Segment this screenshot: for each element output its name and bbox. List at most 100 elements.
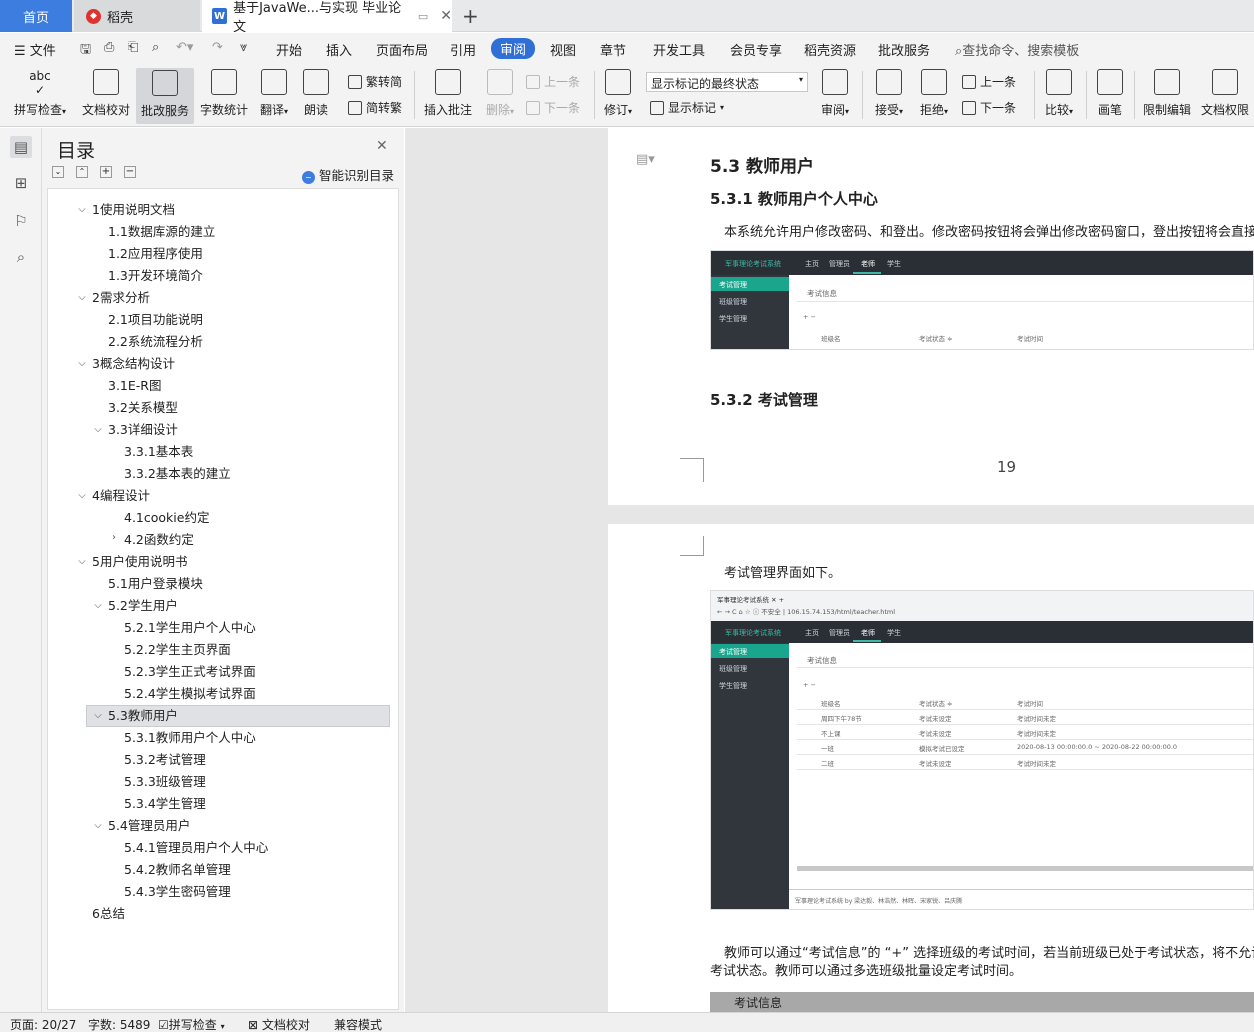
- toc-item[interactable]: 3.1E-R图: [108, 376, 161, 396]
- menu-member[interactable]: 会员专享: [730, 40, 782, 59]
- toc-item[interactable]: 5.2.3学生正式考试界面: [124, 662, 256, 682]
- toc-item[interactable]: 5.3.4学生管理: [124, 794, 206, 814]
- new-tab-icon[interactable]: +: [462, 4, 479, 28]
- word-count-button[interactable]: 字数统计: [198, 69, 250, 118]
- toc-item[interactable]: 5.4.3学生密码管理: [124, 882, 231, 902]
- toc-item[interactable]: 3.2关系模型: [108, 398, 178, 418]
- menu-dev-tools[interactable]: 开发工具: [653, 40, 705, 59]
- delete-comment-button[interactable]: 删除▾: [482, 69, 518, 118]
- proofread-status[interactable]: ⊠ 文档校对: [248, 1016, 310, 1032]
- expand-all-icon[interactable]: ⌄: [52, 166, 64, 178]
- chevron-right-icon[interactable]: ›: [108, 532, 120, 543]
- spell-check-button[interactable]: abc ✓ 拼写检查▾: [10, 69, 70, 118]
- next-change-button[interactable]: 下一条: [962, 99, 1016, 116]
- chevron-down-icon[interactable]: ⌵: [92, 820, 104, 831]
- undo-icon[interactable]: ↶▾: [176, 40, 193, 55]
- pen-button[interactable]: 画笔: [1094, 69, 1126, 118]
- screen-icon[interactable]: ▭: [418, 10, 428, 23]
- simp-to-trad-button[interactable]: 简转繁: [348, 99, 402, 116]
- toc-item[interactable]: 5.3.3班级管理: [124, 772, 206, 792]
- toc-item[interactable]: 4编程设计: [92, 486, 150, 506]
- menu-reference[interactable]: 引用: [450, 40, 476, 59]
- page-options-icon[interactable]: ▤▾: [636, 152, 655, 167]
- toc-item[interactable]: 5.2.1学生用户个人中心: [124, 618, 256, 638]
- toc-item[interactable]: 4.2函数约定: [124, 530, 194, 550]
- toc-item[interactable]: 5.2学生用户: [108, 596, 178, 616]
- page-indicator[interactable]: 页面: 20/27: [10, 1016, 76, 1032]
- spell-check-status[interactable]: ☑拼写检查 ▾: [158, 1016, 225, 1032]
- grading-service-button[interactable]: 批改服务: [136, 68, 194, 124]
- accept-button[interactable]: 接受▾: [870, 69, 908, 118]
- chevron-down-icon[interactable]: ⌵: [76, 292, 88, 303]
- menu-view[interactable]: 视图: [550, 40, 576, 59]
- toc-item[interactable]: 2.1项目功能说明: [108, 310, 203, 330]
- doc-permissions-button[interactable]: 文档权限: [1198, 69, 1252, 118]
- toc-item[interactable]: 1.3开发环境简介: [108, 266, 203, 286]
- smart-toc-button[interactable]: ~ 智能识别目录: [302, 165, 394, 184]
- tab-document[interactable]: W 基于JavaWe...与实现 毕业论文 ▭ ✕: [202, 0, 452, 35]
- toc-icon[interactable]: ▤: [10, 136, 32, 158]
- close-icon[interactable]: ✕: [376, 138, 388, 154]
- word-count-indicator[interactable]: 字数: 5489: [88, 1016, 150, 1032]
- toc-item[interactable]: 5.3.1教师用户个人中心: [124, 728, 256, 748]
- toc-item[interactable]: 3概念结构设计: [92, 354, 175, 374]
- toc-item[interactable]: 5.3.2考试管理: [124, 750, 206, 770]
- print-icon[interactable]: ⎗: [128, 40, 138, 55]
- chevron-down-icon[interactable]: ⌵: [92, 710, 104, 721]
- toc-item[interactable]: 6总结: [92, 904, 125, 924]
- menu-review[interactable]: 审阅: [491, 38, 536, 59]
- markup-state-select[interactable]: 显示标记的最终状态 ▾: [646, 72, 808, 92]
- command-search[interactable]: ⌕查找命令、搜索模板: [955, 40, 1079, 59]
- toc-item[interactable]: 1.2应用程序使用: [108, 244, 203, 264]
- prev-comment-button[interactable]: 上一条: [526, 73, 580, 90]
- review-pane-button[interactable]: 审阅▾: [816, 69, 854, 118]
- menu-insert[interactable]: 插入: [326, 40, 352, 59]
- menu-grading[interactable]: 批改服务: [878, 40, 930, 59]
- toc-item[interactable]: 3.3.1基本表: [124, 442, 193, 462]
- toc-item[interactable]: 5.2.2学生主页界面: [124, 640, 231, 660]
- toc-item[interactable]: 5.4管理员用户: [108, 816, 190, 836]
- chevron-down-icon[interactable]: ⌵: [76, 204, 88, 215]
- restrict-editing-button[interactable]: 限制编辑: [1140, 69, 1194, 118]
- toc-item[interactable]: 5.4.1管理员用户个人中心: [124, 838, 268, 858]
- toc-item[interactable]: 1使用说明文档: [92, 200, 175, 220]
- chevron-down-icon[interactable]: ⌵: [76, 556, 88, 567]
- redo-icon[interactable]: ↷: [212, 40, 223, 55]
- toc-item[interactable]: 5.2.4学生模拟考试界面: [124, 684, 256, 704]
- export-pdf-icon[interactable]: ⎙: [104, 40, 114, 55]
- toc-item[interactable]: 5用户使用说明书: [92, 552, 187, 572]
- toc-item-selected[interactable]: 5.3教师用户: [108, 706, 178, 726]
- insert-comment-button[interactable]: 插入批注: [422, 69, 474, 118]
- close-icon[interactable]: ✕: [440, 8, 452, 24]
- print-preview-icon[interactable]: ⌕: [152, 40, 159, 55]
- chevron-down-icon[interactable]: ⌵: [76, 490, 88, 501]
- compare-button[interactable]: 比较▾: [1040, 69, 1078, 118]
- prev-change-button[interactable]: 上一条: [962, 73, 1016, 90]
- toc-item[interactable]: 4.1cookie约定: [124, 508, 209, 528]
- document-area[interactable]: ▤▾ 5.3 教师用户 5.3.1 教师用户个人中心 本系统允许用户修改密码、和…: [405, 128, 1254, 1012]
- search-icon[interactable]: ⌕: [10, 246, 32, 268]
- menu-start[interactable]: 开始: [276, 40, 302, 59]
- customize-icon[interactable]: ⩔: [240, 40, 247, 55]
- show-markup-button[interactable]: 显示标记 ▾: [650, 99, 724, 116]
- toc-item[interactable]: 2需求分析: [92, 288, 150, 308]
- chevron-down-icon[interactable]: ⌵: [92, 424, 104, 435]
- toc-item[interactable]: 3.3.2基本表的建立: [124, 464, 231, 484]
- menu-page-layout[interactable]: 页面布局: [376, 40, 428, 59]
- toc-item[interactable]: 3.3详细设计: [108, 420, 178, 440]
- read-aloud-button[interactable]: 朗读: [300, 69, 332, 118]
- next-comment-button[interactable]: 下一条: [526, 99, 580, 116]
- menu-chapter[interactable]: 章节: [600, 40, 626, 59]
- bookmark-icon[interactable]: ⚐: [10, 210, 32, 232]
- remove-heading-icon[interactable]: −: [124, 166, 136, 178]
- add-heading-icon[interactable]: +: [100, 166, 112, 178]
- chapter-nav-icon[interactable]: ⊞: [10, 172, 32, 194]
- collapse-all-icon[interactable]: ⌃: [76, 166, 88, 178]
- save-icon[interactable]: 🖫: [80, 40, 91, 62]
- reject-button[interactable]: 拒绝▾: [914, 69, 954, 118]
- menu-daoke-resources[interactable]: 稻壳资源: [804, 40, 856, 59]
- toc-item[interactable]: 2.2系统流程分析: [108, 332, 203, 352]
- tab-home[interactable]: 首页: [0, 0, 72, 32]
- toc-item[interactable]: 5.4.2教师名单管理: [124, 860, 231, 880]
- toc-item[interactable]: 5.1用户登录模块: [108, 574, 203, 594]
